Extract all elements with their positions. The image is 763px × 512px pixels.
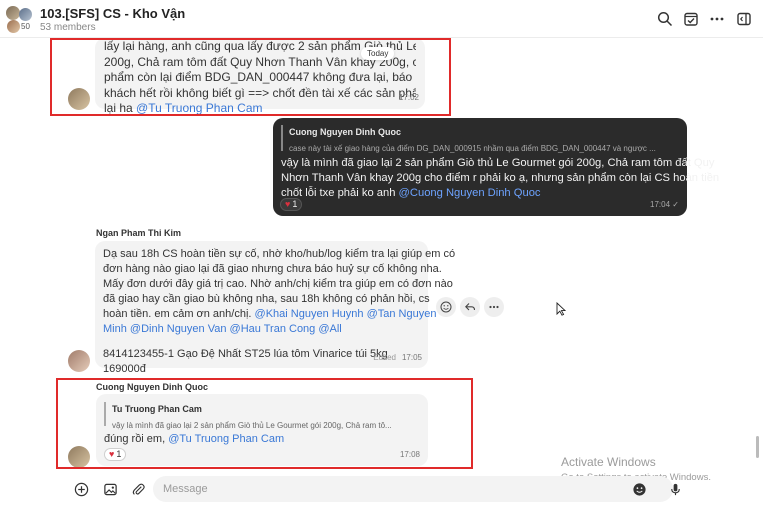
message-time-value: 17:04 <box>650 199 671 209</box>
message-line: Mấy đơn dưới đây giá trị cao. Nhờ anh/ch… <box>103 278 453 290</box>
emoji-icon <box>632 482 646 496</box>
message-line: hoàn tiền. em cảm ơn anh/chị. <box>103 308 255 320</box>
microphone-icon <box>670 483 680 495</box>
message-input[interactable] <box>153 476 673 502</box>
mention-link[interactable]: @Cuong Nguyen Dinh Quoc <box>399 187 541 199</box>
message-bubble[interactable]: Dạ sau 18h CS hoàn tiền sự cố, nhờ kho/h… <box>95 241 456 375</box>
chat-window: 50 103.[SFS] CS - Kho Vận 53 members lấy… <box>0 0 763 512</box>
date-separator: Today <box>361 47 395 60</box>
image-icon <box>103 483 117 495</box>
quote-text: case này tài xế giao hàng của điểm DG_DA… <box>289 143 656 153</box>
avatar <box>19 8 32 21</box>
reply-icon <box>465 303 476 311</box>
group-avatar[interactable]: 50 <box>6 6 34 34</box>
reply-button[interactable] <box>460 297 480 317</box>
image-button[interactable] <box>99 478 121 500</box>
task-check-icon <box>684 12 698 26</box>
message-text: vậy là mình đã giao lại 2 sản phẩm Giò t… <box>281 156 719 201</box>
reaction-count: 1 <box>292 198 298 209</box>
sender-name[interactable]: Ngan Pham Thi Kim <box>96 228 181 238</box>
message-line: đơn hàng nào giao lại đã giao nhưng chưa… <box>103 263 442 275</box>
mouse-cursor-icon <box>556 302 566 316</box>
emoji-icon <box>440 301 452 313</box>
message-bubble-own[interactable]: Cuong Nguyen Dinh Quoc case này tài xế g… <box>273 118 719 216</box>
more-options-button[interactable] <box>708 10 726 28</box>
message-composer <box>60 474 690 502</box>
message-line: Nhơn Thanh Vân khay 200g cho điểm r phải… <box>281 172 720 184</box>
add-button[interactable] <box>70 478 92 500</box>
panel-toggle-icon <box>737 12 751 26</box>
search-icon <box>657 11 673 27</box>
watermark-title: Activate Windows <box>561 455 656 469</box>
more-horizontal-icon <box>710 17 724 21</box>
avatar-count: 50 <box>21 22 30 31</box>
message-line: chốt lỗi txe phải ko anh <box>281 187 399 199</box>
voice-button[interactable] <box>664 478 686 500</box>
quoted-message[interactable]: Cuong Nguyen Dinh Quoc case này tài xế g… <box>281 125 676 153</box>
attach-button[interactable] <box>127 478 149 500</box>
scrollbar[interactable] <box>756 436 759 458</box>
quote-author: Cuong Nguyen Dinh Quoc <box>289 127 401 137</box>
chat-title[interactable]: 103.[SFS] CS - Kho Vận <box>40 6 185 21</box>
message-line: vậy là mình đã giao lại 2 sản phẩm Giò t… <box>281 157 715 169</box>
highlight-box <box>56 378 473 469</box>
react-button[interactable] <box>436 297 456 317</box>
search-button[interactable] <box>656 10 674 28</box>
read-check-icon: ✓ <box>672 199 679 209</box>
more-horizontal-icon <box>489 305 499 309</box>
message-time-value: 17:05 <box>401 353 422 362</box>
avatar <box>6 6 20 20</box>
reaction-badge[interactable]: ♥ 1 <box>280 198 303 211</box>
message-time: 17:04 ✓ <box>650 197 679 213</box>
mention-link[interactable]: Minh @Dinh Nguyen Van @Hau Tran Cong @Al… <box>103 322 420 337</box>
avatar[interactable] <box>68 350 90 372</box>
edited-label: Edited <box>373 353 396 362</box>
chat-header: 50 103.[SFS] CS - Kho Vận 53 members <box>0 0 763 38</box>
tasks-button[interactable] <box>682 10 700 28</box>
heart-icon: ♥ <box>285 198 291 209</box>
plus-circle-icon <box>74 482 88 496</box>
message-more-button[interactable] <box>484 297 504 317</box>
side-panel-button[interactable] <box>735 10 753 28</box>
mention-link[interactable]: @Khai Nguyen Huynh @Tan Nguyen <box>255 308 437 320</box>
message-time: Edited 17:05 <box>373 350 422 365</box>
paperclip-icon <box>132 483 145 495</box>
message-line: Dạ sau 18h CS hoàn tiền sự cố, nhờ kho/h… <box>103 248 456 260</box>
message-line: đã giao hay cần giao bù không nha, sau 1… <box>103 293 430 305</box>
avatar <box>7 20 20 33</box>
member-count[interactable]: 53 members <box>40 22 96 33</box>
emoji-button[interactable] <box>628 478 650 500</box>
